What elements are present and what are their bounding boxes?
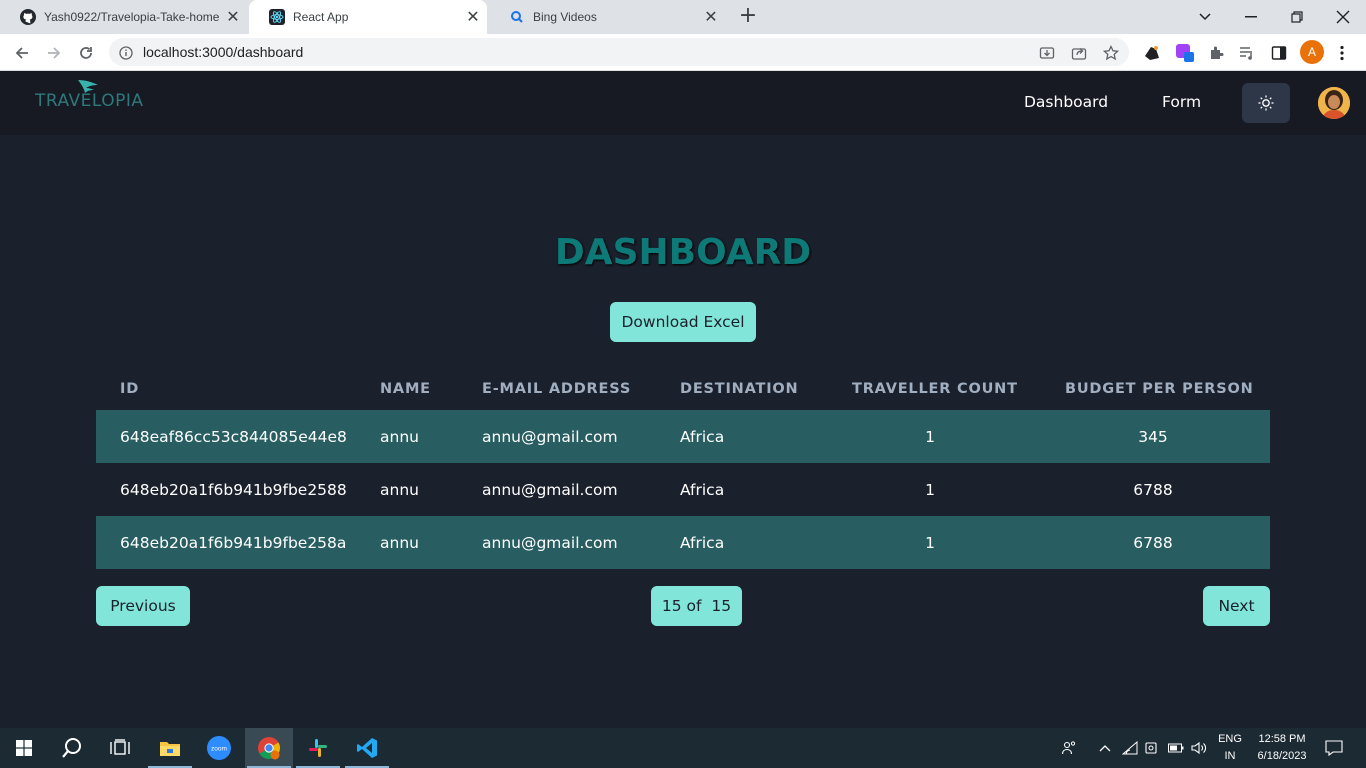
reload-icon[interactable]	[73, 40, 99, 66]
github-icon	[20, 9, 36, 25]
side-panel-icon[interactable]	[1269, 43, 1289, 63]
tab-bing-videos[interactable]: Bing Videos ✕	[489, 0, 725, 34]
show-hidden-icons-icon[interactable]	[1096, 728, 1114, 768]
chrome-menu-icon[interactable]	[1332, 43, 1352, 63]
next-page-button[interactable]: Next	[1203, 586, 1270, 626]
back-icon[interactable]	[9, 40, 35, 66]
url-text: localhost:3000/dashboard	[143, 44, 304, 60]
download-excel-button[interactable]: Download Excel	[610, 302, 756, 342]
nav-link-dashboard[interactable]: Dashboard	[1024, 93, 1108, 111]
column-header-destination: DESTINATION	[680, 381, 799, 397]
chrome-icon[interactable]	[245, 728, 293, 768]
search-icon[interactable]	[48, 728, 96, 768]
slack-icon[interactable]	[294, 728, 342, 768]
clock-date: 6/18/2023	[1257, 750, 1307, 762]
theme-toggle-button[interactable]	[1242, 83, 1290, 123]
column-header-budget: BUDGET PER PERSON	[1065, 381, 1254, 397]
input-language[interactable]: ENG IN	[1213, 731, 1247, 765]
bookmark-star-icon[interactable]	[1102, 44, 1120, 61]
vscode-icon[interactable]	[343, 728, 391, 768]
extensions-puzzle-icon[interactable]	[1206, 43, 1226, 63]
tab-title: Yash0922/Travelopia-Take-home-	[44, 10, 219, 24]
sun-icon	[1258, 95, 1274, 111]
react-icon	[269, 9, 285, 25]
forward-icon[interactable]	[41, 40, 67, 66]
site-info-icon[interactable]	[119, 45, 133, 64]
column-header-email: E-MAIL ADDRESS	[482, 381, 632, 397]
cell-id: 648eb20a1f6b941b9fbe258a	[120, 534, 347, 552]
cell-email: annu@gmail.com	[482, 481, 618, 499]
zoom-icon[interactable]: zoom	[195, 728, 243, 768]
cell-destination: Africa	[680, 428, 725, 446]
zoom-label: zoom	[211, 746, 227, 753]
profile-avatar[interactable]: A	[1300, 40, 1324, 64]
clock[interactable]: 12:58 PM 6/18/2023	[1250, 731, 1314, 765]
column-header-id: ID	[120, 381, 140, 397]
battery-icon[interactable]	[1166, 728, 1186, 768]
file-explorer-icon[interactable]	[146, 728, 194, 768]
share-icon[interactable]	[1071, 45, 1087, 61]
new-tab-button[interactable]: +	[736, 5, 760, 29]
restore-icon[interactable]	[1274, 0, 1320, 34]
cell-name: annu	[380, 534, 419, 552]
cell-name: annu	[380, 481, 419, 499]
windows-taskbar: zoom ENG IN 12:58 PM 6/18/2023	[0, 728, 1366, 768]
windows-start-icon[interactable]	[0, 728, 48, 768]
cell-budget: 345	[1138, 428, 1168, 446]
nav-link-form[interactable]: Form	[1162, 93, 1201, 111]
cell-id: 648eb20a1f6b941b9fbe2588	[120, 481, 347, 499]
close-tab-icon[interactable]: ✕	[459, 7, 487, 27]
reading-list-icon[interactable]	[1237, 43, 1257, 63]
table-row: 648eaf86cc53c844085e44e8 annu annu@gmail…	[96, 410, 1270, 463]
cell-destination: Africa	[680, 534, 725, 552]
previous-page-button[interactable]: Previous	[96, 586, 190, 626]
minimize-icon[interactable]	[1228, 0, 1274, 34]
volume-icon[interactable]	[1189, 728, 1209, 768]
cell-email: annu@gmail.com	[482, 428, 618, 446]
camera-icon[interactable]	[1143, 728, 1161, 768]
logo-text[interactable]: TRAVELOPIA	[35, 91, 144, 111]
table-row: 648eb20a1f6b941b9fbe258a annu annu@gmail…	[96, 516, 1270, 569]
user-avatar[interactable]	[1318, 87, 1350, 119]
notification-icon[interactable]	[1320, 728, 1348, 768]
people-icon[interactable]	[1058, 728, 1080, 768]
region-code: IN	[1224, 750, 1236, 762]
browser-toolbar: localhost:3000/dashboard A	[0, 34, 1366, 71]
cell-count: 1	[925, 481, 935, 499]
cell-id: 648eaf86cc53c844085e44e8	[120, 428, 347, 446]
page-indicator: 15 of 15	[651, 586, 742, 626]
close-tab-icon[interactable]: ✕	[697, 7, 725, 27]
install-app-icon[interactable]	[1039, 45, 1055, 61]
extension-purple-icon[interactable]	[1175, 43, 1195, 63]
table-row: 648eb20a1f6b941b9fbe2588 annu annu@gmail…	[96, 463, 1270, 516]
cell-name: annu	[380, 428, 419, 446]
column-header-name: NAME	[380, 381, 431, 397]
cell-budget: 6788	[1133, 534, 1173, 552]
tab-react-app[interactable]: React App ✕	[249, 0, 487, 34]
cell-count: 1	[925, 428, 935, 446]
extension-icon[interactable]	[1142, 43, 1162, 63]
page-title: DASHBOARD	[554, 232, 812, 273]
address-bar[interactable]: localhost:3000/dashboard	[109, 38, 1129, 66]
tab-search-icon[interactable]	[1182, 0, 1228, 34]
cell-email: annu@gmail.com	[482, 534, 618, 552]
cell-budget: 6788	[1133, 481, 1173, 499]
close-tab-icon[interactable]: ✕	[219, 7, 247, 27]
column-header-traveller-count: TRAVELLER COUNT	[852, 381, 1018, 397]
wifi-icon[interactable]	[1120, 728, 1140, 768]
tab-title: Bing Videos	[533, 10, 597, 24]
tab-github[interactable]: Yash0922/Travelopia-Take-home- ✕	[0, 0, 247, 34]
cell-destination: Africa	[680, 481, 725, 499]
task-view-icon[interactable]	[96, 728, 144, 768]
browser-tab-strip: Yash0922/Travelopia-Take-home- ✕ React A…	[0, 0, 1366, 34]
clock-time: 12:58 PM	[1258, 733, 1306, 745]
language-code: ENG	[1218, 733, 1242, 745]
tab-title: React App	[293, 10, 349, 24]
bing-search-icon	[509, 9, 525, 25]
close-window-icon[interactable]	[1320, 0, 1366, 34]
cell-count: 1	[925, 534, 935, 552]
